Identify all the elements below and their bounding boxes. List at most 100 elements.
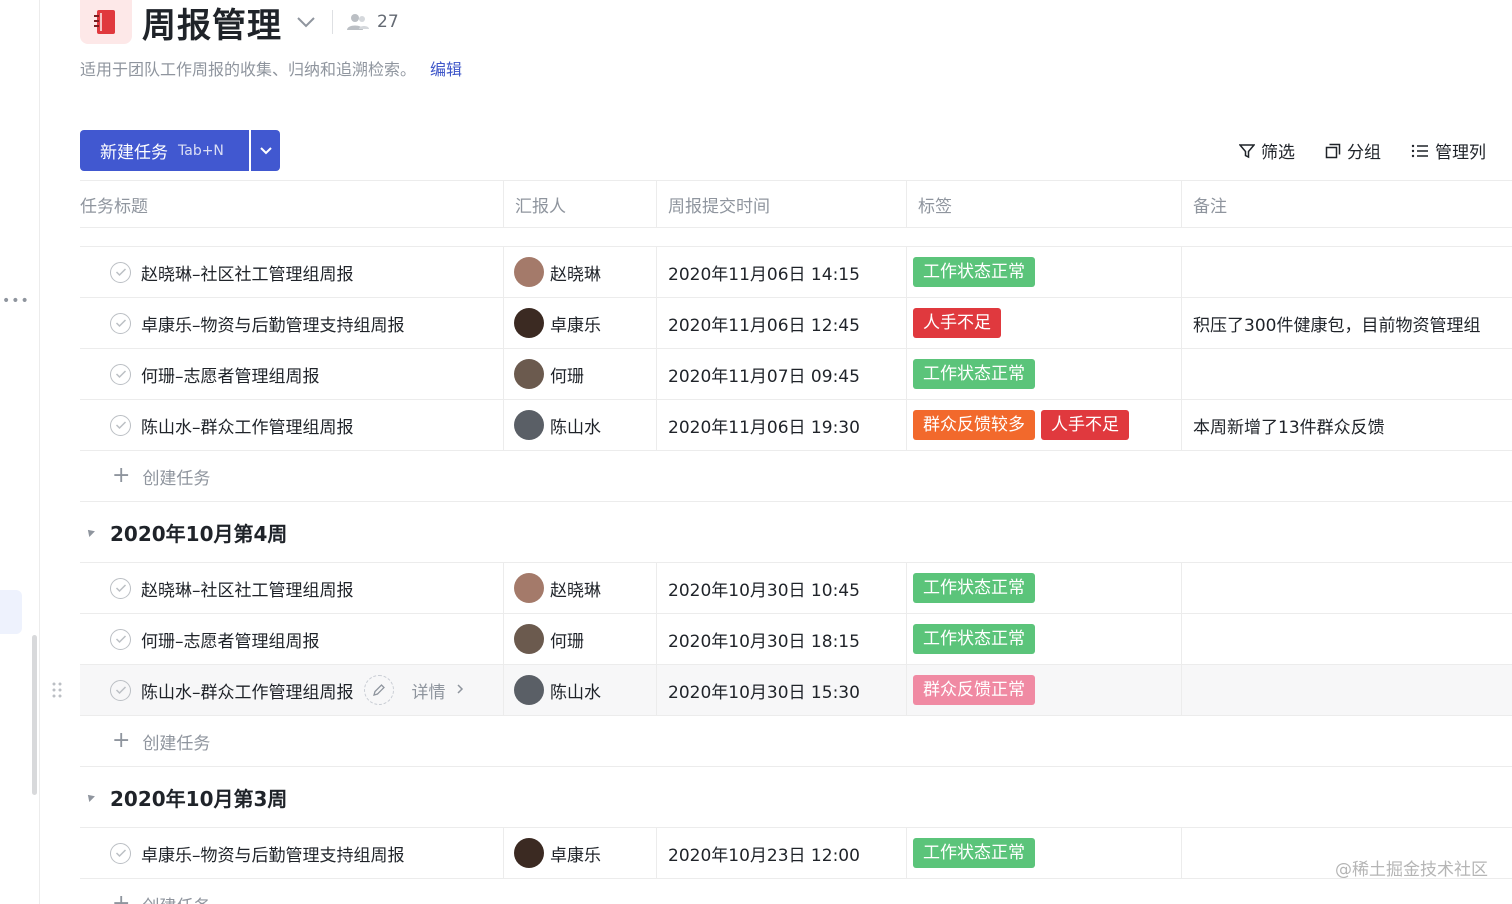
- complete-checkbox-icon[interactable]: [110, 363, 131, 385]
- status-tag[interactable]: 群众反馈正常: [913, 675, 1035, 705]
- note-cell[interactable]: [1182, 563, 1512, 613]
- status-tag[interactable]: 工作状态正常: [913, 359, 1035, 389]
- complete-checkbox-icon[interactable]: [110, 842, 131, 864]
- tags-cell[interactable]: 工作状态正常: [907, 828, 1182, 878]
- note-cell[interactable]: 本周新增了13件群众反馈: [1182, 400, 1512, 450]
- submit-time-cell[interactable]: 2020年10月30日 10:45: [657, 563, 907, 613]
- task-title-cell[interactable]: 赵晓琳–社区社工管理组周报: [80, 563, 504, 613]
- note-cell[interactable]: [1182, 349, 1512, 399]
- status-tag[interactable]: 工作状态正常: [913, 573, 1035, 603]
- column-header-reporter[interactable]: 汇报人: [504, 181, 657, 227]
- status-tag[interactable]: 人手不足: [913, 308, 1001, 338]
- reporter-cell[interactable]: 陈山水: [504, 665, 657, 715]
- submit-time-cell[interactable]: 2020年10月23日 12:00: [657, 828, 907, 878]
- avatar: [514, 838, 544, 868]
- submit-time-cell[interactable]: 2020年11月06日 14:15: [657, 247, 907, 297]
- complete-checkbox-icon[interactable]: [110, 414, 131, 436]
- table-row[interactable]: 陈山水–群众工作管理组周报 详情 陈山水 2020年10月30日 15:30 群众反馈正…: [52, 665, 1512, 716]
- task-title[interactable]: 赵晓琳–社区社工管理组周报: [141, 576, 354, 601]
- reporter-cell[interactable]: 赵晓琳: [504, 247, 657, 297]
- submit-time-cell[interactable]: 2020年11月06日 12:45: [657, 298, 907, 348]
- complete-checkbox-icon[interactable]: [110, 312, 131, 334]
- status-tag[interactable]: 工作状态正常: [913, 838, 1035, 868]
- reporter-cell[interactable]: 何珊: [504, 349, 657, 399]
- reporter-cell[interactable]: 卓康乐: [504, 298, 657, 348]
- table-row[interactable]: 何珊–志愿者管理组周报 何珊 2020年11月07日 09:45 工作状态正常: [80, 349, 1512, 400]
- scrollbar[interactable]: [32, 635, 37, 795]
- status-tag[interactable]: 人手不足: [1041, 410, 1129, 440]
- submit-time-cell[interactable]: 2020年10月30日 15:30: [657, 665, 907, 715]
- note-cell[interactable]: [1182, 665, 1512, 715]
- note-cell[interactable]: 积压了300件健康包，目前物资管理组: [1182, 298, 1512, 348]
- group-button[interactable]: 分组: [1325, 138, 1381, 163]
- status-tag[interactable]: 群众反馈较多: [913, 410, 1035, 440]
- task-title[interactable]: 赵晓琳–社区社工管理组周报: [141, 260, 354, 285]
- status-tag[interactable]: 工作状态正常: [913, 624, 1035, 654]
- submit-time-cell[interactable]: 2020年11月06日 19:30: [657, 400, 907, 450]
- table-row[interactable]: 卓康乐–物资与后勤管理支持组周报 卓康乐 2020年11月06日 12:45 人手不足…: [80, 298, 1512, 349]
- collapse-caret-icon[interactable]: [85, 792, 95, 802]
- member-count[interactable]: 27: [377, 12, 399, 32]
- table-row[interactable]: 陈山水–群众工作管理组周报 陈山水 2020年11月06日 19:30 群众反馈较多人…: [80, 400, 1512, 451]
- group-header[interactable]: 2020年10月第3周: [80, 767, 1512, 828]
- new-task-button[interactable]: 新建任务 Tab+N: [80, 130, 249, 171]
- create-task-button[interactable]: + 创建任务: [80, 716, 1512, 767]
- manage-columns-button[interactable]: 管理列: [1411, 138, 1486, 163]
- note-cell[interactable]: [1182, 247, 1512, 297]
- task-title[interactable]: 何珊–志愿者管理组周报: [141, 627, 320, 652]
- tags-cell[interactable]: 工作状态正常: [907, 614, 1182, 664]
- more-icon[interactable]: •••: [2, 293, 30, 309]
- tags-cell[interactable]: 群众反馈较多 人手不足: [907, 400, 1182, 450]
- complete-checkbox-icon[interactable]: [110, 577, 131, 599]
- task-title-cell[interactable]: 何珊–志愿者管理组周报: [80, 614, 504, 664]
- edit-description-link[interactable]: 编辑: [430, 56, 462, 80]
- submit-time-cell[interactable]: 2020年11月07日 09:45: [657, 349, 907, 399]
- tags-cell[interactable]: 工作状态正常: [907, 563, 1182, 613]
- tags-cell[interactable]: 工作状态正常: [907, 247, 1182, 297]
- task-title-cell[interactable]: 卓康乐–物资与后勤管理支持组周报: [80, 828, 504, 878]
- task-title[interactable]: 卓康乐–物资与后勤管理支持组周报: [141, 841, 405, 866]
- note-cell[interactable]: [1182, 614, 1512, 664]
- task-title-cell[interactable]: 陈山水–群众工作管理组周报: [80, 400, 504, 450]
- task-title-cell[interactable]: 何珊–志愿者管理组周报: [80, 349, 504, 399]
- rail-selected-indicator: [0, 590, 22, 634]
- task-title-cell[interactable]: 赵晓琳–社区社工管理组周报: [80, 247, 504, 297]
- task-title-cell[interactable]: 陈山水–群众工作管理组周报 详情: [80, 665, 504, 715]
- task-title[interactable]: 卓康乐–物资与后勤管理支持组周报: [141, 311, 405, 336]
- column-header-tags[interactable]: 标签: [907, 181, 1182, 227]
- tags-cell[interactable]: 人手不足: [907, 298, 1182, 348]
- tags-cell[interactable]: 群众反馈正常: [907, 665, 1182, 715]
- column-header-submit-time[interactable]: 周报提交时间: [657, 181, 907, 227]
- detail-link[interactable]: 详情: [412, 678, 464, 703]
- chevron-down-icon[interactable]: [296, 12, 316, 32]
- filter-button[interactable]: 筛选: [1239, 138, 1295, 163]
- task-title-cell[interactable]: 卓康乐–物资与后勤管理支持组周报: [80, 298, 504, 348]
- reporter-cell[interactable]: 卓康乐: [504, 828, 657, 878]
- task-title[interactable]: 陈山水–群众工作管理组周报: [141, 678, 354, 703]
- task-title[interactable]: 陈山水–群众工作管理组周报: [141, 413, 354, 438]
- drag-handle-icon[interactable]: [52, 680, 62, 700]
- column-header-note[interactable]: 备注: [1182, 181, 1512, 227]
- group-header[interactable]: 2020年10月第4周: [80, 502, 1512, 563]
- column-header-title[interactable]: 任务标题: [80, 181, 504, 227]
- tags-cell[interactable]: 工作状态正常: [907, 349, 1182, 399]
- create-task-button[interactable]: + 创建任务: [80, 879, 1512, 904]
- table-row[interactable]: 卓康乐–物资与后勤管理支持组周报 卓康乐 2020年10月23日 12:00 工作状态…: [80, 828, 1512, 879]
- reporter-cell[interactable]: 何珊: [504, 614, 657, 664]
- edit-title-icon[interactable]: [363, 675, 394, 705]
- reporter-cell[interactable]: 赵晓琳: [504, 563, 657, 613]
- task-title[interactable]: 何珊–志愿者管理组周报: [141, 362, 320, 387]
- create-task-button[interactable]: + 创建任务: [80, 451, 1512, 502]
- new-task-dropdown-button[interactable]: [251, 130, 280, 171]
- members-icon[interactable]: [347, 11, 369, 33]
- table-row[interactable]: 赵晓琳–社区社工管理组周报 赵晓琳 2020年11月06日 14:15 工作状态正常: [80, 247, 1512, 298]
- status-tag[interactable]: 工作状态正常: [913, 257, 1035, 287]
- table-row[interactable]: 何珊–志愿者管理组周报 何珊 2020年10月30日 18:15 工作状态正常: [80, 614, 1512, 665]
- table-row[interactable]: 赵晓琳–社区社工管理组周报 赵晓琳 2020年10月30日 10:45 工作状态正常: [80, 563, 1512, 614]
- submit-time-cell[interactable]: 2020年10月30日 18:15: [657, 614, 907, 664]
- complete-checkbox-icon[interactable]: [110, 261, 131, 283]
- reporter-cell[interactable]: 陈山水: [504, 400, 657, 450]
- complete-checkbox-icon[interactable]: [110, 679, 131, 701]
- collapse-caret-icon[interactable]: [85, 527, 95, 537]
- complete-checkbox-icon[interactable]: [110, 628, 131, 650]
